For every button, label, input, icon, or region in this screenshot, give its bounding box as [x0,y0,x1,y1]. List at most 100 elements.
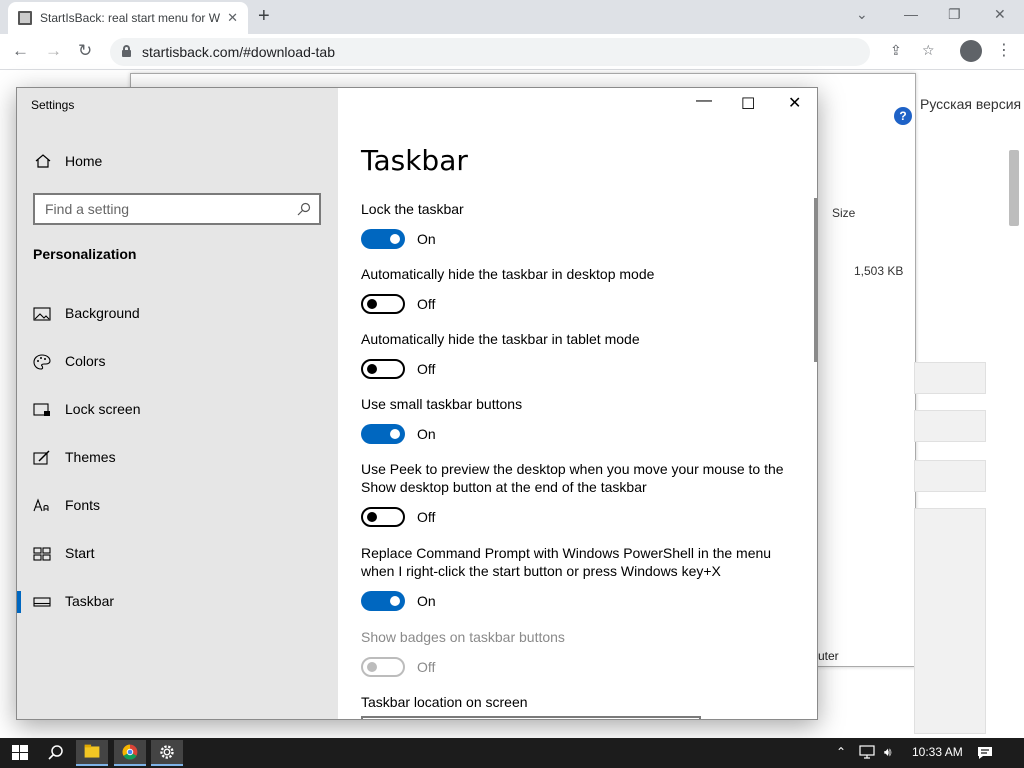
tab-search-icon[interactable]: ⌄ [856,6,868,23]
size-column-header[interactable]: Size [832,206,855,220]
sidebar-item-label: Taskbar [65,593,115,609]
close-icon[interactable]: ✕ [788,93,801,113]
new-tab-icon[interactable]: + [258,6,270,26]
toggle-switch[interactable] [361,294,405,314]
sidebar-item-label: Themes [65,449,116,465]
minimize-icon[interactable]: — [904,6,918,22]
lock-screen-icon [33,403,50,416]
setting-show-badges: Show badges on taskbar buttons Off [361,628,801,677]
sidebar-item-fonts[interactable]: Fonts [17,486,338,526]
window-title: Settings [31,98,75,112]
sidebar-item-label: Lock screen [65,401,141,417]
setting-label: Replace Command Prompt with Windows Powe… [361,545,772,579]
network-icon[interactable] [858,744,876,760]
start-tiles-icon [33,547,51,561]
page-title: Taskbar [361,144,468,177]
toggle-state: Off [417,509,436,525]
settings-content: — ☐ ✕ Taskbar Lock the taskbar On Automa… [338,88,817,719]
search-icon [297,202,311,216]
settings-sidebar: Settings Home Find a setting Personaliza… [17,88,338,719]
setting-taskbar-location: Taskbar location on screen [361,693,801,711]
bookmark-star-icon[interactable]: ☆ [922,42,935,59]
brush-icon [33,450,50,465]
sidebar-item-themes[interactable]: Themes [17,438,338,478]
sidebar-item-label: Background [65,305,140,321]
toggle-switch[interactable] [361,591,405,611]
sidebar-item-taskbar[interactable]: Taskbar [17,582,338,622]
browser-toolbar: ← → ↻ startisback.com/#download-tab ⇪ ☆ … [0,34,1024,70]
section-heading: Personalization [33,246,137,262]
setting-powershell: Replace Command Prompt with Windows Powe… [361,544,801,611]
url-text[interactable]: startisback.com/#download-tab [142,44,335,60]
content-scrollbar[interactable] [814,198,817,362]
location-dropdown[interactable] [361,716,701,719]
menu-kebab-icon[interactable]: ⋮ [996,40,1012,60]
tab-close-icon[interactable]: ✕ [227,10,238,26]
toggle-switch[interactable] [361,359,405,379]
settings-gear-icon[interactable] [151,740,183,766]
back-icon[interactable]: ← [12,42,29,60]
action-center-icon[interactable] [976,745,994,761]
file-size-value: 1,503 KB [854,264,904,278]
page-scrollbar[interactable] [1006,138,1020,736]
toggle-switch[interactable] [361,424,405,444]
address-bar[interactable]: startisback.com/#download-tab [110,38,990,66]
clock[interactable]: 10:33 AM [912,745,963,759]
sidebar-item-start[interactable]: Start [17,534,338,574]
sidebar-item-background[interactable]: Background [17,294,338,334]
page-scrollbar-thumb[interactable] [1009,150,1019,226]
setting-use-peek: Use Peek to preview the desktop when you… [361,460,801,527]
restore-icon[interactable]: ❐ [948,6,961,23]
site-favicon-icon [18,11,32,25]
page-panel [914,460,986,492]
omnibox-field[interactable]: startisback.com/#download-tab [110,38,870,66]
browser-tab-strip: StartIsBack: real start menu for W ✕ + ⌄… [0,0,1024,34]
close-icon[interactable]: ✕ [994,6,1006,23]
share-icon[interactable]: ⇪ [890,42,902,59]
search-icon[interactable] [40,740,72,766]
palette-icon [33,354,51,370]
home-label: Home [65,153,103,169]
home-nav-item[interactable]: Home [17,146,338,178]
file-explorer-icon[interactable] [76,740,108,766]
sidebar-item-label: Start [65,545,95,561]
maximize-icon[interactable]: ☐ [741,94,755,114]
toggle-state: Off [417,296,436,312]
toggle-switch[interactable] [361,507,405,527]
toggle-state: Off [417,659,436,675]
toggle-switch [361,657,405,677]
setting-label: Use small taskbar buttons [361,396,523,412]
windows-start-icon[interactable] [4,740,36,766]
windows-taskbar: ⌃ 🔊︎ 10:33 AM [0,738,1024,768]
reload-icon[interactable]: ↻ [78,42,92,60]
sidebar-item-label: Colors [65,353,106,369]
page-panel [914,362,986,394]
language-link[interactable]: Русская версия [920,96,1021,112]
minimize-icon[interactable]: — [696,92,712,110]
profile-avatar[interactable] [960,40,982,62]
toggle-switch[interactable] [361,229,405,249]
search-placeholder: Find a setting [45,201,130,217]
forward-icon[interactable]: → [45,42,62,60]
explorer-status-text: uter [818,649,839,663]
setting-label: Use Peek to preview the desktop when you… [361,461,784,495]
home-icon [35,154,51,168]
sidebar-item-lock-screen[interactable]: Lock screen [17,390,338,430]
chrome-icon[interactable] [114,740,146,766]
setting-autohide-desktop: Automatically hide the taskbar in deskto… [361,265,801,314]
font-icon [33,498,49,512]
setting-label: Show badges on taskbar buttons [361,629,565,645]
sidebar-item-colors[interactable]: Colors [17,342,338,382]
page-panel [914,410,986,442]
lock-icon[interactable] [122,45,131,57]
sidebar-item-label: Fonts [65,497,101,513]
help-icon[interactable]: ? [894,107,912,125]
browser-tab[interactable]: StartIsBack: real start menu for W ✕ [8,2,248,34]
taskbar-icon [33,597,51,607]
settings-window: Settings Home Find a setting Personaliza… [16,87,818,720]
find-setting-input[interactable]: Find a setting [33,193,321,225]
setting-small-buttons: Use small taskbar buttons On [361,395,801,444]
show-hidden-icons-icon[interactable]: ⌃ [836,745,846,759]
setting-lock-taskbar: Lock the taskbar On [361,200,801,249]
volume-icon[interactable]: 🔊︎ [884,745,892,760]
